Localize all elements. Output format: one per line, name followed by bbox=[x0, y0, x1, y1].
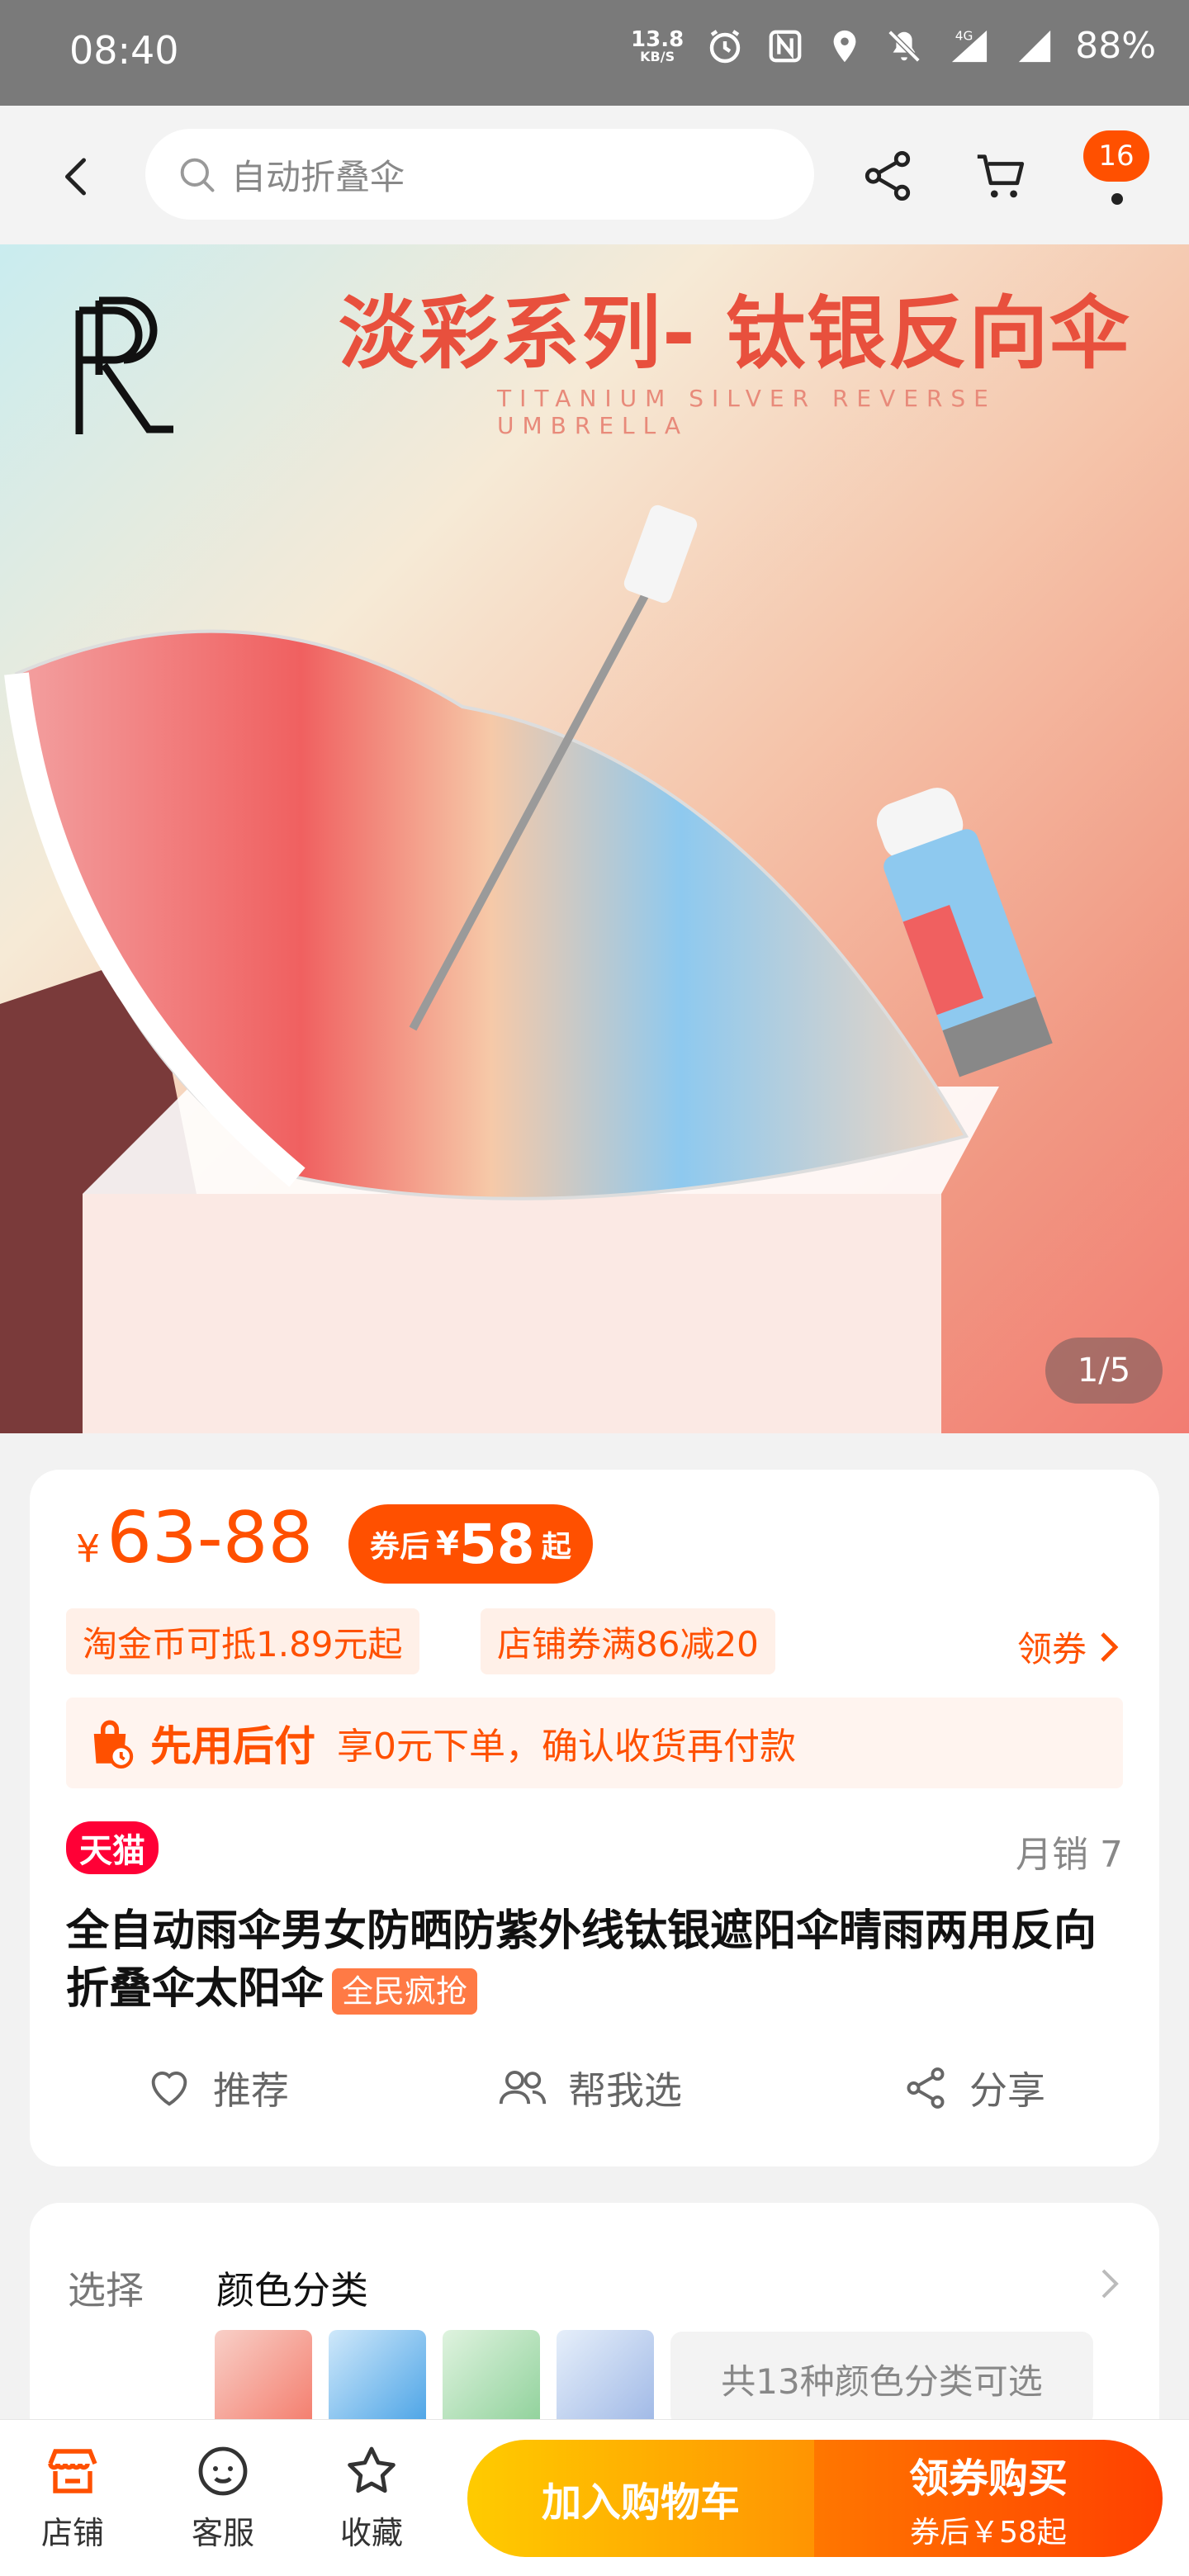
coupon-suffix: 起 bbox=[541, 1530, 571, 1564]
chevron-right-icon bbox=[1101, 1631, 1119, 1662]
hot-sale-tag: 全民疯抢 bbox=[332, 1968, 478, 2015]
coupon-price: 58 bbox=[458, 1512, 535, 1576]
price-range-value: 63-88 bbox=[107, 1497, 314, 1579]
service-label: 客服 bbox=[191, 2515, 254, 2551]
status-time: 08:40 bbox=[69, 28, 179, 73]
product-info-card: ¥63-88 券后 ¥ 58 起 淘金币可抵1.89元起 店铺券满86减20 领… bbox=[30, 1470, 1159, 2166]
image-pager: 1/5 bbox=[1045, 1338, 1163, 1404]
status-icons: 13.8 KB/S 4G 88% bbox=[631, 25, 1156, 67]
service-icon bbox=[198, 2446, 248, 2496]
coupon-buy-label: 领券购买 bbox=[908, 2455, 1068, 2502]
spec-label: 选择 bbox=[68, 2268, 144, 2313]
share-product-button[interactable]: 分享 bbox=[902, 2061, 1045, 2115]
bottom-action-bar: 店铺 客服 收藏 加入购物车 领券购买 券后￥58起 bbox=[0, 2419, 1189, 2576]
share-label: 分享 bbox=[969, 2068, 1045, 2113]
store-label: 店铺 bbox=[40, 2515, 104, 2551]
chevron-right-icon bbox=[1101, 2269, 1119, 2299]
battery-level: 88% bbox=[1075, 25, 1156, 67]
people-icon bbox=[499, 2071, 547, 2105]
product-title: 全自动雨伞男女防晒防紫外线钛银遮阳伞晴雨两用反向折叠伞太阳伞 全民疯抢 bbox=[66, 1902, 1123, 2018]
more-menu-dot[interactable] bbox=[1111, 193, 1123, 205]
back-icon[interactable] bbox=[53, 152, 102, 201]
product-title-text: 全自动雨伞男女防晒防紫外线钛银遮阳伞晴雨两用反向折叠伞太阳伞 bbox=[66, 1906, 1097, 2014]
search-placeholder: 自动折叠伞 bbox=[231, 156, 405, 197]
color-swatch[interactable] bbox=[329, 2330, 426, 2427]
get-coupon-label: 领券 bbox=[1016, 1629, 1087, 1669]
product-image-carousel[interactable]: 淡彩系列- 钛银反向伞 TITANIUM SILVER REVERSE UMBR… bbox=[0, 244, 1189, 1433]
alarm-icon bbox=[710, 29, 741, 63]
color-swatch[interactable] bbox=[443, 2330, 540, 2427]
heart-icon bbox=[151, 2072, 187, 2106]
coupon-buy-button[interactable]: 领券购买 券后￥58起 bbox=[814, 2440, 1163, 2557]
net-speed-unit: KB/S bbox=[640, 48, 675, 64]
umbrella-product-illustration bbox=[0, 504, 1053, 1433]
price-range: ¥63-88 bbox=[76, 1503, 313, 1574]
status-bar: 08:40 13.8 KB/S 4G 88% bbox=[0, 0, 1189, 106]
favorite-label: 收藏 bbox=[339, 2515, 403, 2551]
promo-tag-coins[interactable]: 淘金币可抵1.89元起 bbox=[66, 1608, 419, 1674]
price-value: ¥63-88 bbox=[76, 1503, 313, 1574]
nfc-icon bbox=[769, 30, 802, 62]
coupon-currency: ¥ bbox=[436, 1525, 459, 1563]
coupon-price-badge: 券后 ¥ 58 起 bbox=[348, 1504, 593, 1584]
pay-later-title: 先用后付 bbox=[150, 1722, 315, 1770]
color-swatch[interactable] bbox=[557, 2330, 654, 2427]
search-input[interactable]: 自动折叠伞 bbox=[145, 129, 814, 220]
share-icon bbox=[907, 2067, 945, 2109]
shopping-bag-icon bbox=[93, 1720, 134, 1769]
spec-name: 颜色分类 bbox=[216, 2268, 368, 2313]
pay-later-desc: 享0元下单，确认收货再付款 bbox=[337, 1726, 796, 1768]
location-icon bbox=[833, 30, 856, 62]
monthly-sales: 月销 7 bbox=[1016, 1834, 1123, 1876]
store-icon bbox=[48, 2449, 97, 2493]
add-to-cart-button[interactable]: 加入购物车 bbox=[467, 2440, 814, 2557]
mute-icon bbox=[888, 29, 921, 63]
net-speed: 13.8 KB/S bbox=[631, 29, 684, 64]
share-icon[interactable] bbox=[859, 147, 917, 205]
price-currency: ¥ bbox=[76, 1527, 101, 1571]
help-me-choose-button[interactable]: 帮我选 bbox=[497, 2061, 682, 2115]
coupon-buy-sub: 券后￥58起 bbox=[910, 2516, 1067, 2550]
favorite-button[interactable]: 收藏 bbox=[322, 2441, 421, 2553]
store-button[interactable]: 店铺 bbox=[23, 2441, 122, 2553]
top-nav-bar: 自动折叠伞 16 bbox=[0, 106, 1189, 244]
search-icon bbox=[180, 158, 215, 192]
signal-4g-icon: 4G bbox=[952, 28, 988, 62]
get-coupon-link[interactable]: 领券 bbox=[1017, 1622, 1121, 1672]
svg-text:4G: 4G bbox=[955, 28, 973, 43]
more-colors-button[interactable]: 共13种颜色分类可选 bbox=[670, 2332, 1093, 2426]
cart-icon[interactable] bbox=[973, 147, 1030, 205]
color-swatch[interactable] bbox=[215, 2330, 312, 2427]
recommend-label: 推荐 bbox=[213, 2068, 289, 2113]
signal-icon bbox=[1019, 30, 1051, 62]
star-icon bbox=[348, 2446, 396, 2493]
tmall-badge: 天猫 bbox=[66, 1821, 159, 1874]
customer-service-button[interactable]: 客服 bbox=[173, 2441, 272, 2553]
net-speed-value: 13.8 bbox=[631, 26, 685, 52]
cart-count-badge[interactable]: 16 bbox=[1083, 130, 1149, 182]
recommend-button[interactable]: 推荐 bbox=[145, 2061, 289, 2115]
coupon-prefix: 券后 bbox=[370, 1530, 430, 1564]
help-me-choose-label: 帮我选 bbox=[568, 2068, 682, 2113]
promo-tag-store-coupon[interactable]: 店铺券满86减20 bbox=[481, 1608, 775, 1674]
pay-later-banner[interactable]: 先用后付 享0元下单，确认收货再付款 bbox=[66, 1698, 1123, 1788]
